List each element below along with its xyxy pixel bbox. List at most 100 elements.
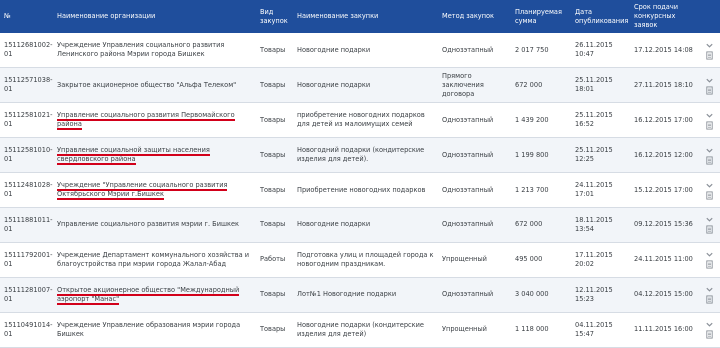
cell-procurement-name: Новогодние подарки (кондитерские изделия… [293,312,438,347]
table-row[interactable]: 15112581010-01 Управление социальной защи… [0,137,720,173]
document-icon[interactable] [705,51,714,60]
cell-procurement-name-text[interactable]: Приобретение новогодних подарков [297,186,425,194]
cell-actions [698,68,720,103]
document-icon[interactable] [705,156,714,165]
cell-organization-text[interactable]: Управление социального развития Первомай… [57,111,235,131]
cell-number-text: 15112681002-01 [4,41,53,59]
cell-procurement-name-text[interactable]: Подготовка улиц и площадей города к ново… [297,251,434,268]
cell-published: 12.11.2015 15:23 [571,277,630,312]
header-org: Наименование организации [57,12,156,20]
cell-deadline: 04.12.2015 15:00 [630,277,698,312]
cell-sum: 2 017 750 [511,33,571,68]
expand-icon[interactable] [705,111,714,120]
header-name: Наименование закупки [297,12,379,20]
cell-published-text: 17.11.2015 20:02 [575,250,613,268]
expand-icon[interactable] [705,215,714,224]
cell-published-text: 12.11.2015 15:23 [575,285,613,303]
cell-procurement-name-text[interactable]: Новогодние подарки [297,46,370,54]
expand-icon[interactable] [705,320,714,329]
table-row[interactable]: 15111881011-01 Управление социального раз… [0,207,720,243]
cell-sum: 1 118 000 [511,312,571,347]
cell-actions [698,103,720,138]
cell-procurement-name: Новогодний подарки (кондитерские изделия… [293,138,438,173]
cell-published: 25.11.2015 12:25 [571,138,630,173]
cell-procurement-name-text[interactable]: приобретение новогодних подарков для дет… [297,111,425,128]
document-icon[interactable] [705,330,714,339]
header-sum: Планируемая сумма [515,7,562,25]
cell-procurement-name: Новогодние подарки [293,33,438,68]
cell-number: 15112581010-01 [0,138,53,173]
cell-number: 15112581021-01 [0,103,53,138]
expand-icon[interactable] [705,76,714,85]
cell-deadline-text: 17.12.2015 14:08 [634,45,693,54]
cell-sum-text: 1 199 800 [515,150,549,159]
cell-procurement-type-text: Товары [260,115,286,124]
cell-number: 15112571038-01 [0,68,53,103]
cell-organization: Учреждение Управления социального развит… [53,33,256,68]
cell-published: 25.11.2015 18:01 [571,68,630,103]
expand-icon[interactable] [705,250,714,259]
cell-organization: Управление социального развития Первомай… [53,103,256,138]
cell-published-text: 25.11.2015 12:25 [575,146,613,164]
table-row[interactable]: 15112581021-01 Управление социального раз… [0,103,720,138]
cell-actions [698,242,720,277]
expand-icon[interactable] [705,146,714,155]
cell-organization-text[interactable]: Учреждение Департамент коммунального хоз… [57,251,249,268]
cell-organization-text[interactable]: Закрытое акционерное общество "Альфа Тел… [57,81,236,89]
cell-sum-text: 1 439 200 [515,115,549,124]
cell-procurement-name: Приобретение новогодних подарков [293,173,438,208]
cell-organization-text[interactable]: Открытое акционерное общество "Междунаро… [57,285,240,305]
document-icon[interactable] [705,190,714,200]
table-row[interactable]: 15111792001-01 Учреждение Департамент ком… [0,242,720,278]
cell-number-text: 15110491014-01 [4,320,53,338]
cell-organization-text[interactable]: Управление социального развития мэрии г.… [57,220,239,228]
cell-procurement-name-text[interactable]: Новогодний подарки (кондитерские изделия… [297,146,424,163]
cell-deadline: 24.11.2015 11:00 [630,242,698,277]
header-actions [698,0,720,33]
cell-procurement-type-text: Товары [260,290,286,299]
cell-number: 15110491014-01 [0,312,53,347]
cell-procurement-type-text: Товары [260,185,286,194]
cell-procurement-type: Товары [256,312,293,347]
cell-organization-text[interactable]: Управление социальной защиты населения с… [57,146,210,166]
cell-procurement-name-text[interactable]: Новогодние подарки [297,81,370,89]
table-row[interactable]: 15112681002-01 Учреждение Управления соци… [0,33,720,68]
cell-published: 25.11.2015 16:52 [571,103,630,138]
expand-icon[interactable] [705,41,714,50]
document-icon[interactable] [705,86,714,95]
cell-method: Однозэтапный [438,173,511,208]
cell-deadline: 09.12.2015 15:36 [630,207,698,242]
cell-organization: Управление социальной защиты населения с… [53,138,256,173]
cell-number: 15111792001-01 [0,242,53,277]
table-row[interactable]: 15112481028-01 Учреждение "Управление соц… [0,173,720,208]
cell-actions [698,207,720,242]
cell-actions [698,312,720,347]
table-row[interactable]: 15110491014-01 Учреждение Управление обра… [0,312,720,348]
document-icon[interactable] [705,260,714,269]
header-deadline: Срок подачи конкурсных заявок [634,3,679,29]
cell-procurement-name-text[interactable]: Лот№1 Новогодние подарки [297,290,396,298]
cell-procurement-type-text: Товары [260,220,286,229]
cell-procurement-name: Лот№1 Новогодние подарки [293,277,438,312]
cell-procurement-type: Товары [256,207,293,242]
cell-deadline-text: 04.12.2015 15:00 [634,290,693,299]
cell-organization-text[interactable]: Учреждение Управление образования мэрии … [57,321,240,338]
cell-number-text: 15112581021-01 [4,111,53,129]
expand-icon[interactable] [705,285,714,294]
document-icon[interactable] [705,225,714,234]
cell-procurement-name-text[interactable]: Новогодние подарки (кондитерские изделия… [297,321,424,338]
cell-sum: 495 000 [511,242,571,277]
expand-icon[interactable] [705,181,714,190]
cell-organization-text[interactable]: Учреждение "Управление социального разви… [57,181,228,200]
table-row[interactable]: 15111281007-01 Открытое акционерное общес… [0,277,720,313]
header-num: № [4,12,11,20]
cell-method-text: Однозэтапный [442,290,494,299]
table-row[interactable]: 15112571038-01 Закрытое акционерное общес… [0,67,720,103]
cell-organization-text[interactable]: Учреждение Управления социального развит… [57,41,224,58]
cell-method: Упрощенный [438,242,511,277]
cell-number-text: 15112481028-01 [4,181,53,198]
document-icon[interactable] [705,121,714,130]
document-icon[interactable] [705,295,714,304]
header-type: Вид закупок [260,7,288,25]
cell-procurement-name-text[interactable]: Новогодние подарки [297,220,370,228]
